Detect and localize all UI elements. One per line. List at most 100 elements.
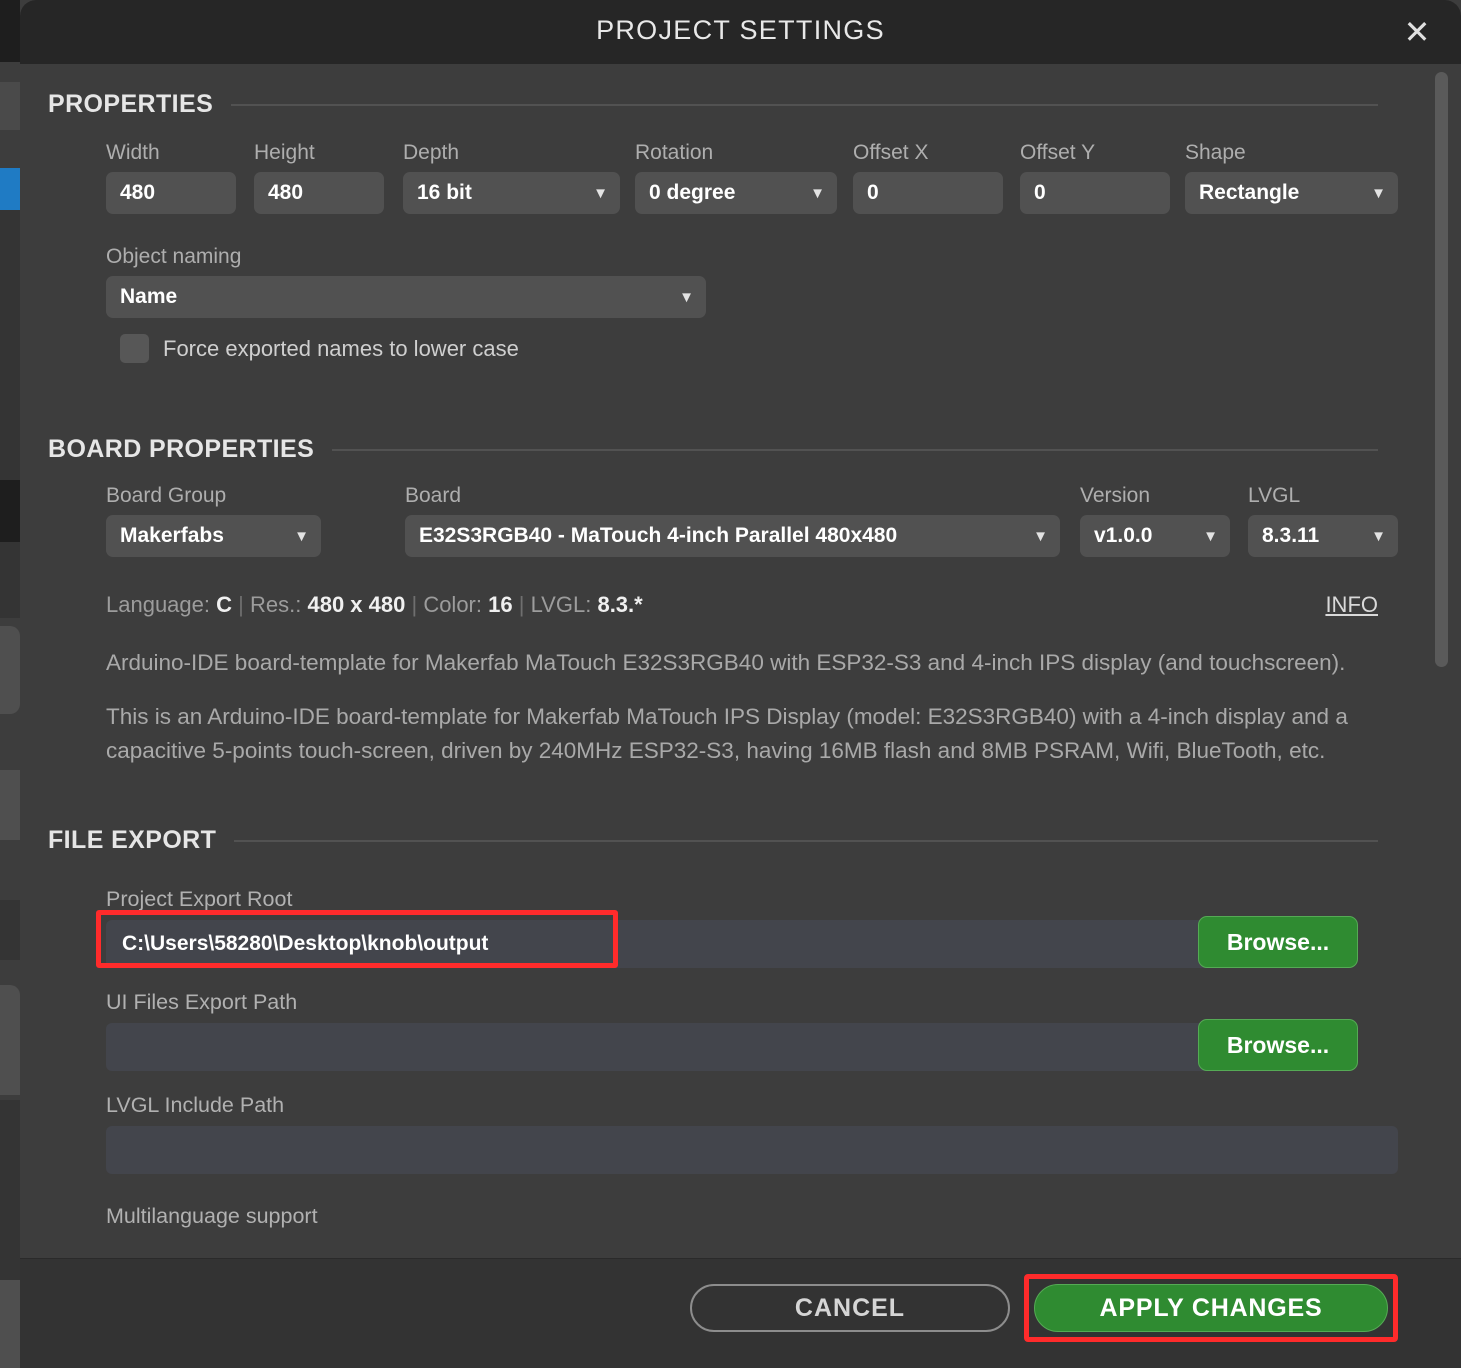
ui-files-export-path-input[interactable] <box>106 1023 1226 1071</box>
dialog-footer: CANCEL APPLY CHANGES <box>20 1258 1461 1368</box>
section-header-properties: PROPERTIES <box>48 90 1420 119</box>
dialog-titlebar: PROJECT SETTINGS ✕ <box>20 0 1461 64</box>
width-input[interactable]: 480 <box>106 172 236 214</box>
field-label-board-group: Board Group <box>106 484 227 507</box>
row-ui-files-export-path: Browse... <box>106 1019 1358 1071</box>
rotation-select[interactable]: 0 degree ▼ <box>635 172 837 214</box>
field-board-group: Board Group Makerfabs ▼ <box>106 484 321 557</box>
field-rotation: Rotation 0 degree ▼ <box>635 141 837 214</box>
section-rule <box>231 103 1378 106</box>
board-description-2: This is an Arduino-IDE board-template fo… <box>106 704 1348 763</box>
field-label-offset-y: Offset Y <box>1020 141 1096 164</box>
offset-y-input[interactable]: 0 <box>1020 172 1170 214</box>
height-input[interactable]: 480 <box>254 172 384 214</box>
close-icon[interactable]: ✕ <box>1395 10 1439 54</box>
label-lvgl-include-path: LVGL Include Path <box>106 1093 285 1117</box>
label-project-export-root: Project Export Root <box>106 887 293 911</box>
browse-project-export-root-button[interactable]: Browse... <box>1198 916 1358 968</box>
board-meta-text: Language: C | Res.: 480 x 480 | Color: 1… <box>106 592 643 618</box>
chevron-down-icon: ▼ <box>1033 527 1048 545</box>
meta-res-value: 480 x 480 <box>307 592 406 617</box>
field-label-rotation: Rotation <box>635 141 714 164</box>
field-object-naming: Object naming Name ▼ <box>106 245 706 318</box>
board-group-value: Makerfabs <box>120 524 224 547</box>
bg-divider-dark <box>0 480 20 542</box>
content-bottom-spacer <box>48 1237 1420 1258</box>
bg-widget-card-3 <box>0 985 20 1095</box>
row-project-export-root: C:\Users\58280\Desktop\knob\output Brows… <box>96 910 1358 968</box>
field-offset-y: Offset Y 0 <box>1020 141 1170 214</box>
meta-color-key: Color: <box>423 592 482 617</box>
cancel-button[interactable]: CANCEL <box>690 1284 1010 1332</box>
rotation-select-value: 0 degree <box>649 181 736 204</box>
browse-ui-files-export-path-button[interactable]: Browse... <box>1198 1019 1358 1071</box>
chevron-down-icon: ▼ <box>1371 184 1386 202</box>
object-naming-select[interactable]: Name ▼ <box>106 276 706 318</box>
meta-lvgl-key: LVGL: <box>530 592 592 617</box>
board-value: E32S3RGB40 - MaTouch 4-inch Parallel 480… <box>419 524 898 547</box>
row-lvgl-include-path <box>106 1126 1398 1174</box>
field-label-board: Board <box>405 484 462 507</box>
force-lower-case-checkbox[interactable] <box>120 334 149 363</box>
section-title-properties: PROPERTIES <box>48 90 214 118</box>
field-label-width: Width <box>106 141 160 164</box>
meta-separator: | <box>411 592 418 617</box>
meta-lvgl-value: 8.3.* <box>597 592 643 617</box>
bg-widget-card-1 <box>0 626 20 714</box>
shape-select[interactable]: Rectangle ▼ <box>1185 172 1398 214</box>
dialog-content: PROPERTIES Width 480 Height 480 Depth 16… <box>20 90 1420 1258</box>
bg-section <box>0 542 20 618</box>
field-depth: Depth 16 bit ▼ <box>403 141 620 214</box>
field-label-version: Version <box>1080 484 1151 507</box>
field-label-height: Height <box>254 141 315 164</box>
project-export-root-input[interactable]: C:\Users\58280\Desktop\knob\output <box>106 920 1226 968</box>
chevron-down-icon: ▼ <box>1371 527 1386 545</box>
field-label-shape: Shape <box>1185 141 1246 164</box>
section-header-file-export: FILE EXPORT <box>48 826 1420 855</box>
info-link[interactable]: INFO <box>1325 592 1378 618</box>
lvgl-select[interactable]: 8.3.11 ▼ <box>1248 515 1398 557</box>
section-rule <box>332 448 1378 451</box>
bg-section-2 <box>0 900 20 960</box>
field-label-depth: Depth <box>403 141 460 164</box>
section-rule <box>234 839 1378 842</box>
field-offset-x: Offset X 0 <box>853 141 1003 214</box>
apply-changes-button[interactable]: APPLY CHANGES <box>1034 1284 1388 1332</box>
properties-fields-row: Width 480 Height 480 Depth 16 bit ▼ Rota… <box>48 141 1420 233</box>
meta-color-value: 16 <box>488 592 513 617</box>
force-lower-case-checkbox-row[interactable]: Force exported names to lower case <box>120 334 680 363</box>
offset-x-input[interactable]: 0 <box>853 172 1003 214</box>
field-label-offset-x: Offset X <box>853 141 929 164</box>
board-description-1: Arduino-IDE board-template for Makerfab … <box>106 650 1346 675</box>
field-label-object-naming: Object naming <box>106 245 242 268</box>
scrollbar-thumb[interactable] <box>1435 72 1448 667</box>
chevron-down-icon: ▼ <box>593 184 608 202</box>
bg-list-panel <box>0 1100 20 1280</box>
field-lvgl: LVGL 8.3.11 ▼ <box>1248 484 1398 557</box>
bg-panel-item <box>0 82 20 130</box>
shape-select-value: Rectangle <box>1199 181 1300 204</box>
version-select[interactable]: v1.0.0 ▼ <box>1080 515 1230 557</box>
bg-tree-panel <box>0 210 20 480</box>
board-group-select[interactable]: Makerfabs ▼ <box>106 515 321 557</box>
chevron-down-icon: ▼ <box>1203 527 1218 545</box>
meta-separator: | <box>238 592 244 617</box>
lvgl-include-path-input[interactable] <box>106 1126 1398 1174</box>
depth-select[interactable]: 16 bit ▼ <box>403 172 620 214</box>
meta-separator: | <box>518 592 525 617</box>
version-value: v1.0.0 <box>1094 524 1153 547</box>
project-settings-dialog: PROJECT SETTINGS ✕ PROPERTIES Width 480 … <box>20 0 1461 1368</box>
bg-widget-card-2 <box>0 770 20 840</box>
board-fields-row: Board Group Makerfabs ▼ Board E32S3RGB40… <box>48 484 1420 576</box>
force-lower-case-label: Force exported names to lower case <box>163 335 519 361</box>
lvgl-value: 8.3.11 <box>1262 524 1320 547</box>
meta-language-key: Language: <box>106 592 210 617</box>
field-board: Board E32S3RGB40 - MaTouch 4-inch Parall… <box>405 484 1060 557</box>
chevron-down-icon: ▼ <box>294 527 309 545</box>
dialog-scroll-region[interactable]: PROPERTIES Width 480 Height 480 Depth 16… <box>20 64 1461 1258</box>
object-naming-value: Name <box>120 285 178 308</box>
depth-select-value: 16 bit <box>417 181 472 204</box>
board-select[interactable]: E32S3RGB40 - MaTouch 4-inch Parallel 480… <box>405 515 1060 557</box>
field-version: Version v1.0.0 ▼ <box>1080 484 1230 557</box>
section-title-file-export: FILE EXPORT <box>48 826 217 854</box>
